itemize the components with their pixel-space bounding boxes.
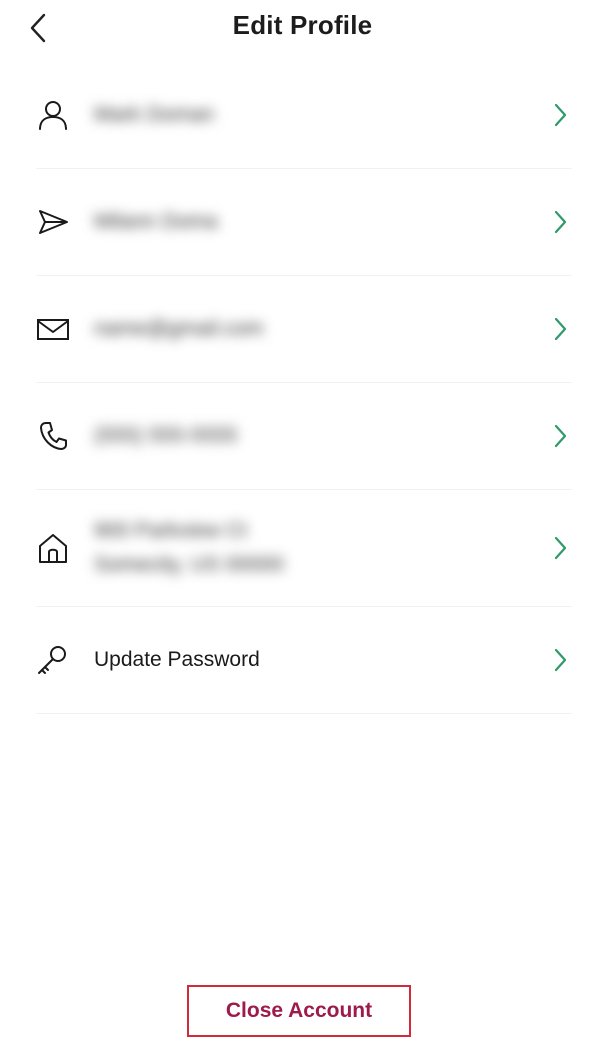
profile-nickname-value: Milann Doma: [94, 205, 512, 239]
value-line: name@gmail.com: [94, 317, 264, 340]
key-icon: [36, 643, 70, 677]
chevron-right-icon: [550, 315, 570, 343]
chevron-right-icon: [550, 646, 570, 674]
profile-row-update-password[interactable]: Update Password: [36, 607, 572, 714]
profile-list: Mark Doman Milann Doma name@gmail.com (5…: [36, 62, 572, 714]
update-password-label: Update Password: [94, 643, 512, 677]
value-line: Somecity, US 00000: [94, 553, 284, 576]
header: Edit Profile: [0, 0, 605, 56]
profile-row-phone[interactable]: (555) 555-5555: [36, 383, 572, 490]
profile-row-email[interactable]: name@gmail.com: [36, 276, 572, 383]
phone-icon: [36, 419, 70, 453]
value-line: (555) 555-5555: [94, 424, 238, 447]
profile-row-nickname[interactable]: Milann Doma: [36, 169, 572, 276]
page-title: Edit Profile: [232, 10, 373, 40]
home-icon: [36, 531, 70, 565]
chevron-right-icon: [550, 422, 570, 450]
send-icon: [36, 205, 70, 239]
chevron-right-icon: [550, 208, 570, 236]
value-line: 900 Parkview Ct: [94, 519, 247, 542]
profile-address-value: 900 Parkview Ct Somecity, US 00000: [94, 514, 512, 582]
profile-name-value: Mark Doman: [94, 98, 512, 132]
chevron-right-icon: [550, 101, 570, 129]
profile-row-address[interactable]: 900 Parkview Ct Somecity, US 00000: [36, 490, 572, 607]
mail-icon: [36, 312, 70, 346]
value-line: Milann Doma: [94, 210, 218, 233]
chevron-right-icon: [550, 534, 570, 562]
profile-email-value: name@gmail.com: [94, 312, 512, 346]
profile-row-name[interactable]: Mark Doman: [36, 62, 572, 169]
close-account-button[interactable]: Close Account: [187, 985, 411, 1037]
person-icon: [36, 98, 70, 132]
value-line: Mark Doman: [94, 103, 215, 126]
value-line: Update Password: [94, 648, 260, 671]
profile-phone-value: (555) 555-5555: [94, 419, 512, 453]
